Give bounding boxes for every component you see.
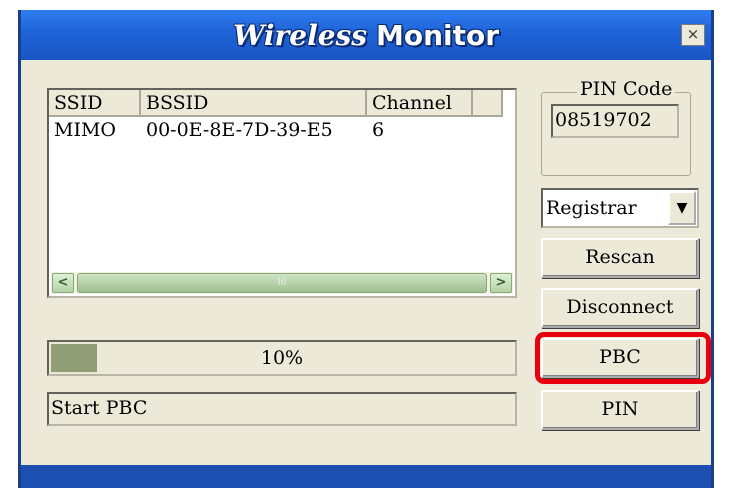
dropdown-button[interactable]: ▼ bbox=[668, 191, 696, 225]
progress-label: 10% bbox=[260, 347, 304, 369]
network-list[interactable]: SSID BSSID Channel MIMO 00-0E-8E-7D-39-E… bbox=[47, 88, 517, 298]
chevron-down-icon: ▼ bbox=[676, 200, 688, 216]
close-icon: × bbox=[686, 25, 700, 43]
scroll-right-button[interactable]: > bbox=[490, 273, 512, 293]
window-title: Wireless Monitor bbox=[21, 19, 711, 52]
rescan-button[interactable]: Rescan bbox=[541, 238, 699, 278]
title-monitor: Monitor bbox=[375, 19, 500, 52]
scroll-left-button[interactable]: < bbox=[52, 273, 74, 293]
dialog-body: SSID BSSID Channel MIMO 00-0E-8E-7D-39-E… bbox=[21, 60, 711, 465]
pin-code-label: PIN Code bbox=[577, 78, 676, 100]
row-channel: 6 bbox=[372, 119, 385, 141]
chevron-right-icon: > bbox=[495, 275, 507, 290]
wireless-monitor-window: Wireless Monitor × SSID BSSID Channel MI… bbox=[18, 10, 714, 488]
horizontal-scrollbar[interactable]: < III > bbox=[51, 272, 513, 294]
list-item[interactable]: MIMO 00-0E-8E-7D-39-E5 6 bbox=[49, 119, 473, 141]
title-wireless: Wireless bbox=[232, 19, 368, 52]
row-ssid: MIMO bbox=[54, 119, 116, 141]
disconnect-button[interactable]: Disconnect bbox=[541, 288, 699, 328]
pbc-highlight-marker bbox=[535, 332, 711, 384]
window-bottom-edge bbox=[21, 465, 711, 488]
close-button[interactable]: × bbox=[681, 24, 705, 46]
column-channel[interactable]: Channel bbox=[367, 90, 473, 117]
column-bssid[interactable]: BSSID bbox=[141, 90, 367, 117]
pin-code-field: 08519702 bbox=[551, 104, 679, 138]
row-bssid: 00-0E-8E-7D-39-E5 bbox=[146, 119, 333, 141]
column-ssid[interactable]: SSID bbox=[49, 90, 141, 117]
scrollbar-thumb[interactable]: III bbox=[77, 273, 487, 293]
title-bar[interactable]: Wireless Monitor × bbox=[21, 10, 711, 60]
mode-select-value: Registrar bbox=[546, 197, 637, 219]
mode-select[interactable]: Registrar ▼ bbox=[541, 188, 699, 228]
chevron-left-icon: < bbox=[57, 275, 69, 290]
progress-bar: 10% bbox=[47, 340, 517, 376]
scroll-grip-icon: III bbox=[277, 277, 287, 288]
pin-button[interactable]: PIN bbox=[541, 390, 699, 430]
status-field: Start PBC bbox=[47, 392, 517, 426]
list-header: SSID BSSID Channel bbox=[49, 90, 503, 117]
column-extra[interactable] bbox=[473, 90, 503, 117]
